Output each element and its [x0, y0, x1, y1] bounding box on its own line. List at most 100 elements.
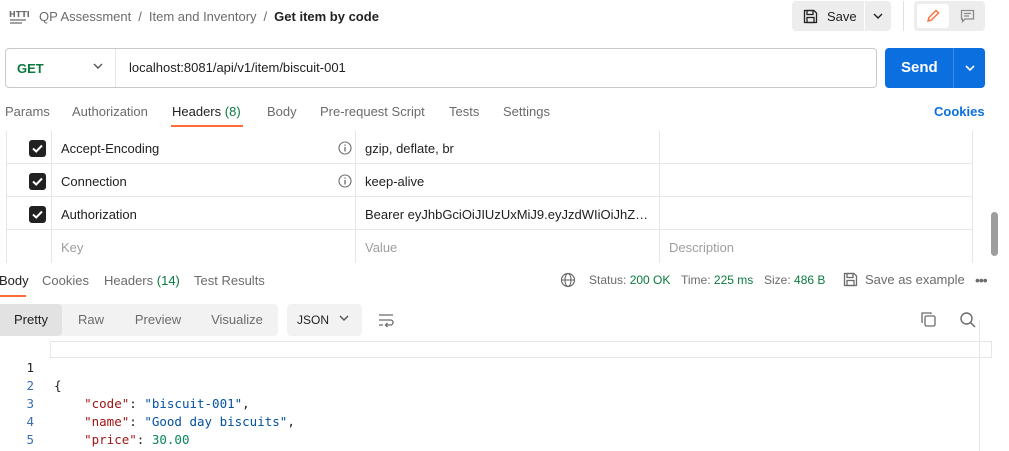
key-cell[interactable]: Connection [51, 164, 355, 197]
table-row: Connection keep-alive [6, 164, 973, 197]
response-tab-headers[interactable]: Headers (14) [104, 273, 180, 288]
format-select[interactable]: JSON [287, 304, 362, 336]
chevron-down-icon [339, 315, 349, 321]
value-cell[interactable]: gzip, deflate, br [355, 131, 659, 164]
tab-tests[interactable]: Tests [449, 104, 479, 119]
breadcrumb: QP Assessment / Item and Inventory / Get ite… [39, 9, 379, 24]
chevron-down-icon [93, 63, 103, 69]
edit-mode-button[interactable] [917, 4, 949, 28]
response-tab-headers-label: Headers [104, 273, 154, 288]
tab-authorization[interactable]: Authorization [72, 104, 148, 119]
size-value: 486 B [794, 273, 826, 287]
table-row-new: Key Value Description [6, 230, 973, 263]
save-icon [803, 9, 818, 23]
description-cell[interactable] [659, 131, 973, 164]
save-as-example-label: Save as example [865, 272, 965, 287]
save-options-button[interactable] [865, 1, 891, 31]
divider [903, 1, 904, 31]
time-label: Time: [681, 273, 711, 287]
tab-pre-request-script[interactable]: Pre-request Script [320, 104, 425, 119]
key-cell[interactable]: Authorization [51, 197, 355, 230]
response-tab-body[interactable]: Body [0, 273, 29, 288]
status-readout[interactable]: Status: 200 OK [589, 273, 670, 287]
pencil-icon [926, 9, 940, 23]
active-tab-indicator [171, 125, 243, 127]
header-enabled-checkbox[interactable] [29, 173, 46, 190]
checkbox-cell [6, 131, 51, 164]
description-cell[interactable] [659, 164, 973, 197]
response-bar: Body Cookies Headers (14) Test Results S… [0, 266, 1009, 297]
size-readout[interactable]: Size: 486 B [764, 273, 825, 287]
send-button[interactable]: Send [885, 48, 985, 88]
view-raw-button[interactable]: Raw [62, 304, 120, 336]
tab-params[interactable]: Params [5, 104, 50, 119]
table-row: Authorization Bearer eyJhbGciOiJIUzUxMiJ… [6, 197, 973, 230]
search-icon[interactable] [959, 311, 977, 329]
checkbox-cell [6, 164, 51, 197]
save-button[interactable]: Save [792, 1, 864, 31]
comment-icon [960, 9, 974, 23]
tab-headers[interactable]: Headers (8) [172, 104, 241, 119]
header-key: Authorization [61, 207, 137, 222]
description-placeholder: Description [669, 240, 735, 255]
header-key: Connection [61, 174, 127, 189]
request-tabs: Params Authorization Headers (8) Body Pr… [0, 98, 1009, 128]
size-label: Size: [764, 273, 791, 287]
code-line: 1 { [0, 341, 990, 393]
header-key: Accept-Encoding [61, 141, 160, 156]
documentation-mode-button[interactable] [952, 4, 982, 28]
send-label: Send [901, 59, 938, 76]
http-icon: HTTP [9, 10, 29, 24]
code-line: 4 "price": 30.00 [0, 395, 990, 447]
request-title[interactable]: Get item by code [274, 9, 379, 24]
wrap-lines-icon[interactable] [377, 311, 395, 329]
key-input[interactable]: Key [51, 230, 355, 263]
active-tab-indicator [0, 295, 26, 297]
info-icon[interactable] [338, 174, 352, 188]
time-value: 225 ms [713, 273, 754, 287]
response-headers-count-badge: (14) [156, 273, 180, 288]
headers-count-badge: (8) [224, 104, 241, 119]
view-preview-button[interactable]: Preview [120, 304, 196, 336]
line-number: 5 [26, 432, 34, 447]
response-tab-test-results[interactable]: Test Results [194, 273, 265, 288]
json-number-value: 30.00 [151, 432, 190, 447]
save-label: Save [827, 8, 857, 24]
breadcrumb-separator: / [263, 9, 268, 24]
info-icon[interactable] [338, 141, 352, 155]
response-body-editor[interactable]: 1 { 2 "code": "biscuit-001", 3 "name": "… [0, 341, 995, 451]
save-icon [843, 272, 858, 287]
tab-body[interactable]: Body [267, 104, 297, 119]
header-value: keep-alive [365, 174, 425, 189]
save-as-example-button[interactable]: Save as example [843, 272, 965, 287]
description-cell[interactable] [659, 197, 973, 230]
globe-icon[interactable] [560, 272, 576, 288]
code-line: 3 "name": "Good day biscuits", [0, 377, 990, 429]
scrollbar-thumb[interactable] [991, 212, 998, 256]
tab-settings[interactable]: Settings [503, 104, 550, 119]
breadcrumb-item-folder[interactable]: Item and Inventory [149, 9, 257, 24]
cookies-link[interactable]: Cookies [934, 104, 985, 119]
header-value: Bearer eyJhbGciOiJIUzUxMiJ9.eyJzdWIiOiJh… [365, 207, 658, 222]
code-line: 2 "code": "biscuit-001", [0, 359, 990, 411]
status-label: Status: [589, 273, 627, 287]
value-input[interactable]: Value [355, 230, 659, 263]
method-select[interactable]: GET [6, 49, 116, 87]
mode-toggle [914, 1, 985, 31]
value-cell[interactable]: keep-alive [355, 164, 659, 197]
header-enabled-checkbox[interactable] [29, 206, 46, 223]
breadcrumb-item-collection[interactable]: QP Assessment [39, 9, 131, 24]
response-tab-cookies[interactable]: Cookies [42, 273, 89, 288]
view-pretty-button[interactable]: Pretty [0, 304, 62, 336]
send-options-button[interactable] [954, 48, 985, 88]
header-enabled-checkbox[interactable] [29, 140, 46, 157]
key-cell[interactable]: Accept-Encoding [51, 131, 355, 164]
description-input[interactable]: Description [659, 230, 973, 263]
headers-table: Accept-Encoding gzip, deflate, br Connec… [6, 131, 973, 264]
time-readout[interactable]: Time: 225 ms [681, 273, 753, 287]
more-options-icon[interactable]: ••• [975, 272, 988, 288]
copy-icon[interactable] [920, 311, 937, 328]
value-cell[interactable]: Bearer eyJhbGciOiJIUzUxMiJ9.eyJzdWIiOiJh… [355, 197, 659, 230]
view-visualize-button[interactable]: Visualize [196, 304, 278, 336]
url-input[interactable]: localhost:8081/api/v1/item/biscuit-001 [129, 49, 346, 87]
